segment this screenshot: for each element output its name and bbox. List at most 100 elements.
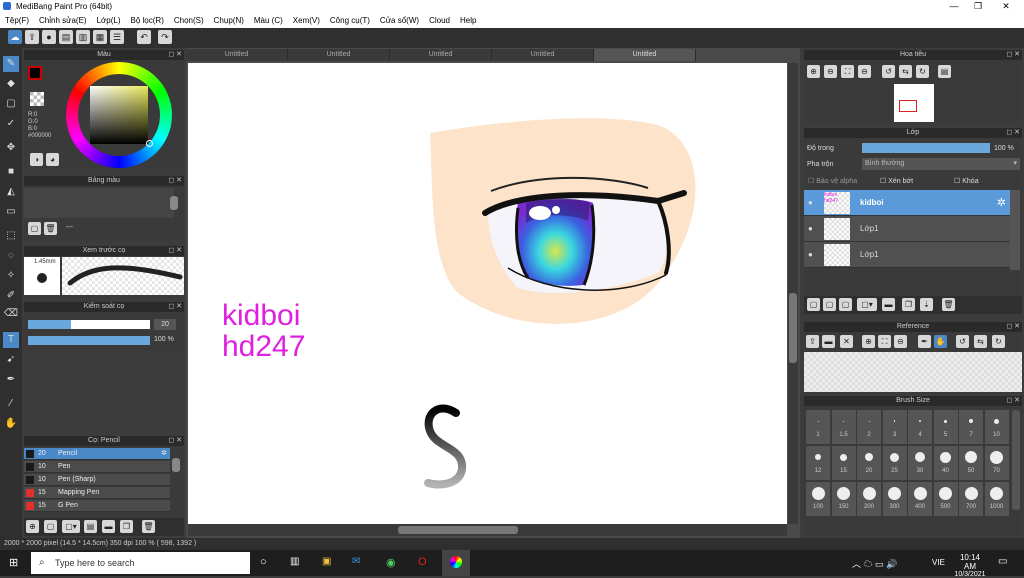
add-brush-icon[interactable]: ⊕ [26, 520, 39, 533]
brush-size-cell[interactable]: 40 [933, 446, 958, 480]
list-icon[interactable]: ☰ [110, 30, 124, 44]
delete-layer-icon[interactable]: 🗑 [942, 298, 955, 311]
zoom-minus-icon[interactable]: ⊖ [858, 65, 871, 78]
rotate-reset-icon[interactable]: ↻ [916, 65, 929, 78]
brush-size-cell[interactable]: 50 [959, 446, 983, 480]
brush-size-cell[interactable]: 1.5 [831, 410, 856, 444]
brush-size-cell[interactable]: 1 [806, 410, 830, 444]
brush-list-scrollbar[interactable] [172, 458, 180, 472]
cortana-icon[interactable]: ○ [260, 556, 267, 568]
brush-size-cell[interactable]: 10 [984, 410, 1009, 444]
blend-mode-select[interactable]: Bình thường ▾ [862, 158, 1020, 170]
navigator-thumbnail[interactable] [894, 84, 934, 122]
menu-item[interactable]: Cửa sổ(W) [380, 16, 419, 25]
document-tab[interactable]: Untitled [186, 49, 288, 61]
brush-folder-icon[interactable]: ▬ [102, 520, 115, 533]
select-eraser-icon[interactable]: ⌫ [3, 306, 19, 322]
fill-rect-icon[interactable]: ■ [3, 164, 19, 180]
language-indicator[interactable]: VIE [932, 558, 945, 567]
brush-size-cell[interactable]: 15 [831, 446, 856, 480]
delete-brush-icon[interactable]: 🗑 [142, 520, 155, 533]
ref-close-icon[interactable]: ✕ [840, 335, 853, 348]
select-rect-icon[interactable]: ▢ [3, 96, 19, 112]
minimize-icon[interactable]: — [944, 1, 964, 11]
eyedropper-icon[interactable]: ✒ [3, 372, 19, 388]
eye-icon[interactable]: ● [808, 198, 813, 207]
brush-size-cell[interactable]: 400 [908, 482, 932, 516]
brush-size-cell[interactable]: 25 [882, 446, 907, 480]
notification-icon[interactable]: ▭ [998, 556, 1007, 567]
brush-size-cell[interactable]: 12 [806, 446, 830, 480]
fit-icon[interactable]: ⛶ [841, 65, 854, 78]
document-tab[interactable]: Untitled [492, 49, 594, 61]
maximize-icon[interactable]: ❐ [968, 1, 988, 12]
tray-icons[interactable]: ︿ ☁ ▭ 🔊 [852, 557, 897, 570]
menu-item[interactable]: Cloud [429, 16, 450, 25]
ref-hand-icon[interactable]: ✋ [934, 335, 947, 348]
foreground-color-swatch[interactable] [28, 66, 42, 80]
color-square[interactable] [90, 86, 148, 144]
upload-icon[interactable]: ⇪ [25, 30, 39, 44]
grid-icon[interactable]: ▦ [93, 30, 107, 44]
layer-row[interactable]: ● Lớp1 [804, 242, 1010, 268]
brush-size-cell[interactable]: 100 [806, 482, 830, 516]
ref-upload-icon[interactable]: ⇪ [806, 335, 819, 348]
brush-size-cell[interactable]: 150 [831, 482, 856, 516]
menu-item[interactable]: Màu (C) [254, 16, 283, 25]
panel-close-icon[interactable]: ◻ ✕ [168, 176, 182, 186]
brush-size-cell[interactable]: 200 [857, 482, 881, 516]
brush-size-cell[interactable]: 30 [908, 446, 932, 480]
gear-icon[interactable]: ✲ [997, 196, 1006, 209]
menu-item[interactable]: Lớp(L) [97, 16, 121, 25]
panel-close-icon[interactable]: ◻ ✕ [168, 436, 182, 446]
brush-settings-icon[interactable]: ▤ [84, 520, 97, 533]
ref-rotate-left-icon[interactable]: ↺ [956, 335, 969, 348]
delete-palette-icon[interactable]: 🗑 [44, 222, 57, 235]
ref-dropper-icon[interactable]: ✒ [918, 335, 931, 348]
marquee-icon[interactable]: ⬚ [3, 228, 19, 244]
merge-layer-icon[interactable]: ⇣ [920, 298, 933, 311]
brush-size-cell[interactable]: 4 [908, 410, 932, 444]
layer-row[interactable]: ● Lớp1 [804, 216, 1010, 242]
new-8bit-layer-icon[interactable]: ▢ [839, 298, 852, 311]
canvas-horizontal-scrollbar[interactable] [188, 524, 787, 536]
comment-icon[interactable]: ● [42, 30, 56, 44]
brush-size-cell[interactable]: 70 [984, 446, 1009, 480]
ref-zoom-in-icon[interactable]: ⊕ [862, 335, 875, 348]
brush-list-item[interactable]: 20 Pencil ✲ [24, 448, 170, 460]
zoom-out-icon[interactable]: ⊖ [824, 65, 837, 78]
menu-item[interactable]: Xem(V) [293, 16, 320, 25]
eraser-icon[interactable]: ◆ [3, 76, 19, 92]
new-layer-icon[interactable]: ▢ [807, 298, 820, 311]
brush-size-scrollbar[interactable] [1012, 410, 1020, 510]
gradient-icon[interactable]: ▭ [3, 204, 19, 220]
brush-size-cell[interactable]: 300 [882, 482, 907, 516]
operation-icon[interactable]: ➹ [3, 352, 19, 368]
brush-size-value[interactable]: 20 [154, 319, 176, 330]
brush-check-icon[interactable]: ✓ [3, 116, 19, 132]
clipping-checkbox[interactable]: ☐ Xén bớt [880, 177, 913, 185]
ref-fit-icon[interactable]: ⛶ [878, 335, 891, 348]
add-palette-icon[interactable]: ▢ [28, 222, 41, 235]
brush-opacity-slider[interactable] [28, 336, 150, 345]
layer-opacity-slider[interactable] [862, 143, 990, 153]
flip-icon[interactable]: ⇆ [899, 65, 912, 78]
protect-alpha-checkbox[interactable]: ☐ Bảo vệ alpha [808, 177, 857, 185]
dropper-icon[interactable]: ⁄ [3, 396, 19, 412]
pen-tool-icon[interactable]: ✎ [3, 56, 19, 72]
redo-icon[interactable]: ↷ [158, 30, 172, 44]
brush-list-item[interactable]: 15 G Pen [24, 500, 170, 512]
message-icon[interactable]: ▤ [59, 30, 73, 44]
drawing-canvas[interactable]: kidboi hd247 [188, 63, 787, 524]
panel-close-icon[interactable]: ◻ ✕ [1006, 396, 1020, 406]
color-mode-icon[interactable]: ◑ [30, 153, 43, 166]
color-wheel[interactable] [66, 62, 172, 168]
rotate-left-icon[interactable]: ↺ [882, 65, 895, 78]
brush-size-slider[interactable] [28, 320, 150, 329]
page-icon[interactable]: ▥ [76, 30, 90, 44]
task-view-icon[interactable]: ▥ [290, 556, 299, 567]
brush-size-cell[interactable]: 500 [933, 482, 958, 516]
select-pen-icon[interactable]: ✐ [3, 288, 19, 304]
panel-close-icon[interactable]: ◻ ✕ [1006, 322, 1020, 332]
color-picker-icon[interactable]: ◕ [46, 153, 59, 166]
